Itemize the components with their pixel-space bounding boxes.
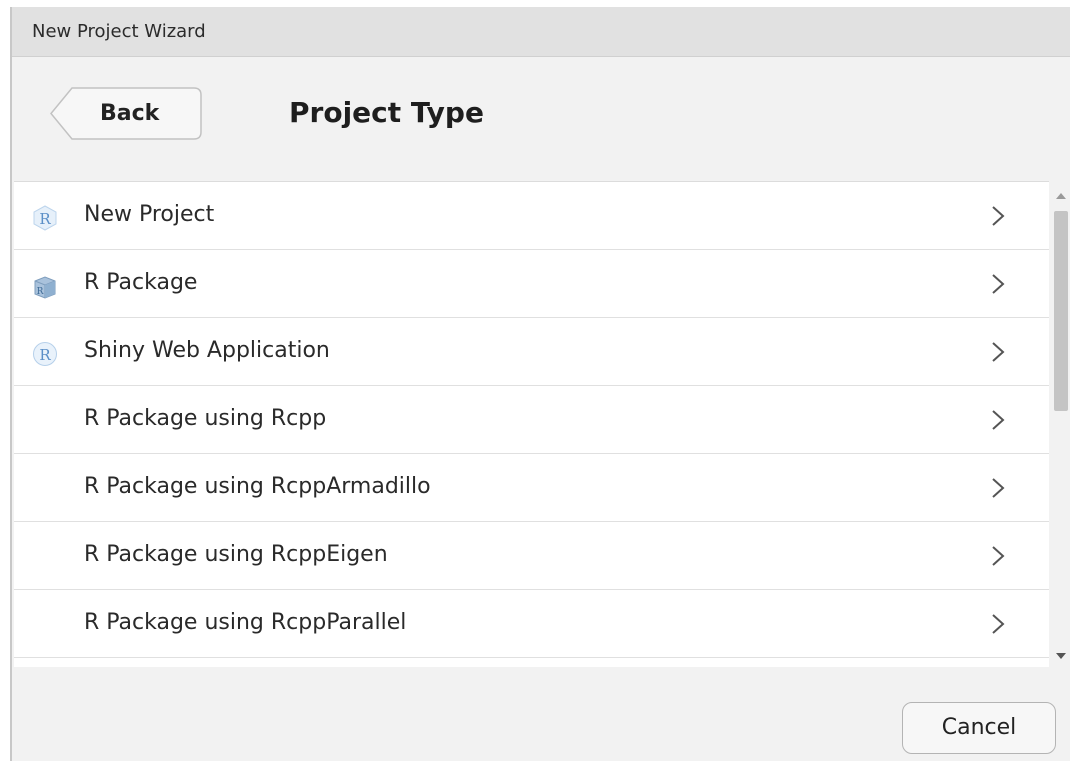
list-item-r-package-rcppeigen[interactable]: R Package using RcppEigen xyxy=(14,522,1049,590)
chevron-right-icon xyxy=(992,274,1005,294)
chevron-right-icon xyxy=(992,342,1005,362)
scroll-up-arrow-icon[interactable] xyxy=(1056,193,1066,199)
svg-text:R: R xyxy=(39,346,51,364)
list-item-label: R Package using RcppParallel xyxy=(84,610,407,635)
list-item-r-package-rcpparmadillo[interactable]: R Package using RcppArmadillo xyxy=(14,454,1049,522)
list-item-new-project[interactable]: R New Project xyxy=(14,182,1049,250)
list-item-label: R Package xyxy=(84,270,198,295)
list-item-shiny-web-application[interactable]: R Shiny Web Application xyxy=(14,318,1049,386)
list-item-r-package-rcppparallel[interactable]: R Package using RcppParallel xyxy=(14,590,1049,658)
list-item-r-package[interactable]: R R Package xyxy=(14,250,1049,318)
page-title: Project Type xyxy=(289,96,484,129)
list-item-label: Shiny Web Application xyxy=(84,338,330,363)
chevron-right-icon xyxy=(992,614,1005,634)
svg-text:R: R xyxy=(37,287,44,297)
project-type-list: R New Project R R Package R Shiny Web Ap… xyxy=(14,181,1049,667)
list-scrollbar[interactable] xyxy=(1052,181,1070,666)
list-item-r-package-rcpp[interactable]: R Package using Rcpp xyxy=(14,386,1049,454)
r-project-icon: R xyxy=(32,205,58,231)
list-item-label: New Project xyxy=(84,202,215,227)
list-item-label: R Package using RcppArmadillo xyxy=(84,474,431,499)
scroll-down-arrow-icon[interactable] xyxy=(1056,653,1066,659)
list-item-label: R Package using RcppEigen xyxy=(84,542,388,567)
chevron-right-icon xyxy=(992,478,1005,498)
chevron-right-icon xyxy=(992,410,1005,430)
new-project-wizard-window: New Project Wizard Back Project Type R N… xyxy=(10,7,1070,761)
chevron-right-icon xyxy=(992,206,1005,226)
chevron-right-icon xyxy=(992,546,1005,566)
shiny-app-icon: R xyxy=(32,341,58,367)
title-bar[interactable]: New Project Wizard xyxy=(12,7,1070,57)
svg-text:R: R xyxy=(39,210,51,228)
r-package-icon: R xyxy=(32,273,58,299)
list-item-label: R Package using Rcpp xyxy=(84,406,327,431)
scrollbar-thumb[interactable] xyxy=(1054,211,1068,411)
back-button[interactable]: Back xyxy=(50,87,202,140)
cancel-button[interactable]: Cancel xyxy=(902,702,1056,754)
list-item-partial[interactable] xyxy=(14,658,1049,667)
window-title: New Project Wizard xyxy=(32,21,206,42)
back-button-label: Back xyxy=(100,101,160,126)
